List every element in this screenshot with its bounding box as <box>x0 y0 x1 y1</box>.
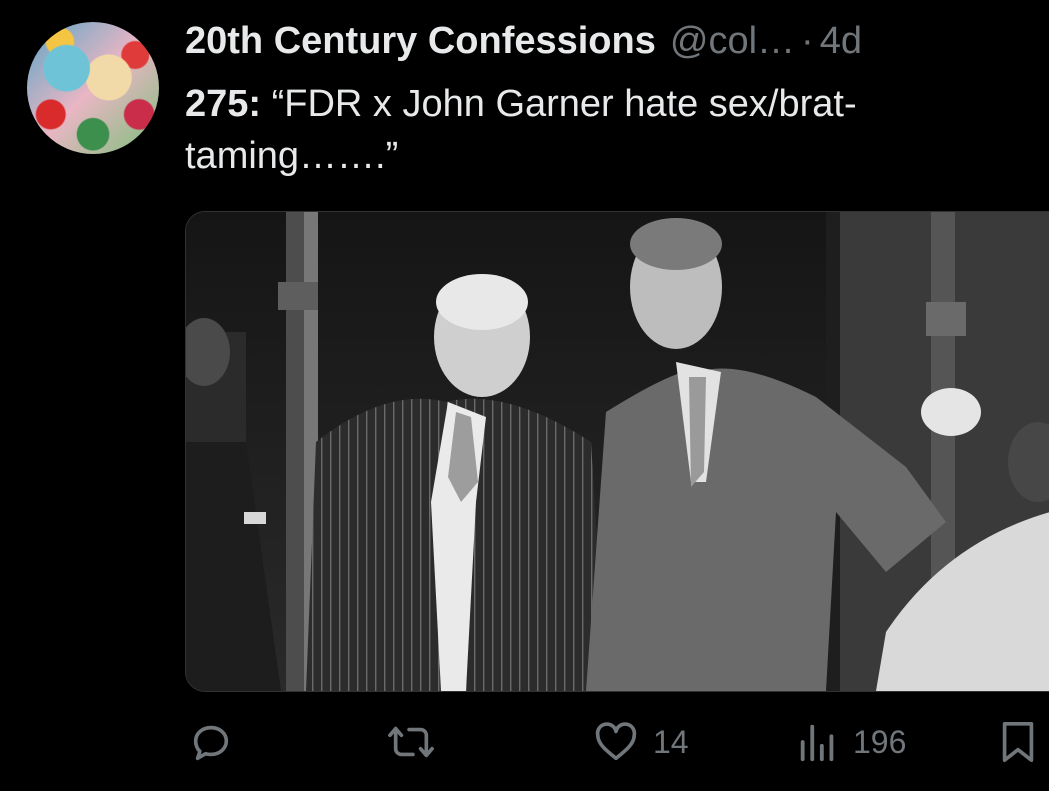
retweet-button[interactable] <box>385 712 451 772</box>
confession-number: 275: <box>185 83 262 125</box>
reply-icon <box>188 719 234 765</box>
author-handle[interactable]: @col… <box>670 18 795 64</box>
bookmark-button[interactable] <box>998 712 1038 772</box>
views-button[interactable]: 196 <box>797 712 906 772</box>
confession-text: “FDR x John Garner hate sex/brat-taming…… <box>185 83 857 177</box>
reply-button[interactable] <box>188 712 248 772</box>
tweet-photo[interactable] <box>185 211 1049 692</box>
tweet-timestamp[interactable]: 4d <box>820 18 862 64</box>
bookmark-icon <box>998 719 1038 765</box>
heart-icon <box>593 719 639 765</box>
separator-dot: · <box>801 20 814 62</box>
tweet-header: 20th Century Confessions @col… · 4d <box>185 18 1029 64</box>
like-count: 14 <box>653 723 689 760</box>
views-icon <box>797 719 839 765</box>
views-count: 196 <box>853 723 907 760</box>
tweet-text: 275: “FDR x John Garner hate sex/brat-ta… <box>185 78 1005 182</box>
retweet-icon <box>385 719 437 765</box>
author-avatar[interactable] <box>27 22 159 154</box>
action-bar: 14 196 <box>0 712 1049 772</box>
author-name[interactable]: 20th Century Confessions <box>185 18 656 64</box>
like-button[interactable]: 14 <box>593 712 689 772</box>
